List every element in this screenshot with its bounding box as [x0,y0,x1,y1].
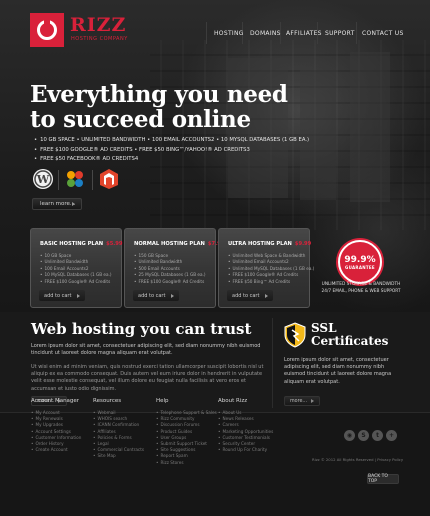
footer-link[interactable]: Site Map [93,453,144,459]
footer-links-resources: Webmail WHOIS search ICANN Confirmation … [93,410,144,460]
shield-icon [284,322,306,348]
plan-feature: FREE $100 Google® Ad Credits [134,279,206,285]
plan-title: BASIC HOSTING PLAN $5.99 [40,241,123,247]
plan-title: NORMAL HOSTING PLAN $7.99 [134,241,225,247]
nav-affiliates[interactable]: AFFILIATES [286,30,322,37]
twitter-icon[interactable]: t [372,430,383,441]
hero-features: 10 GB SPACE • UNLIMITED BANDWIDTH • 100 … [34,136,334,165]
plan-title: ULTRA HOSTING PLAN $9.99 [228,241,312,247]
footer-link[interactable]: ICANN Confirmation [93,422,144,428]
footer-link[interactable]: Marketing Opportunities [218,429,273,435]
plan-price: $9.99 [294,241,312,247]
add-to-cart-button[interactable]: add to cart [227,290,273,301]
hero-feature: FREE $50 FACEBOOK® AD CREDITS4 [34,155,334,165]
footer-col-title: Help [156,398,169,404]
nav-domains[interactable]: DOMAINS [250,30,281,37]
logo-tagline: HOSTING COMPANY [71,36,128,42]
nav-contact-us[interactable]: CONTACT US [362,30,404,37]
footer-links-about: About Us News Releases Careers Marketing… [218,410,273,453]
back-to-top-button[interactable]: BACK TO TOP [367,474,399,484]
logo-icon[interactable] [30,13,64,47]
nav-divider [206,22,207,44]
content-divider [272,318,273,408]
hero-headline-line2: to succeed online [30,106,251,133]
hero-feature: 10 GB SPACE • UNLIMITED BANDWIDTH • 100 … [34,136,334,146]
plan-price: $5.99 [106,241,123,247]
hero-server-rack [350,52,390,202]
ssl-paragraph: Lorem ipsum dolor sit amet, consectetuer… [284,357,392,385]
plan-card-ultra: ULTRA HOSTING PLAN$9.99 Unlimited Web Sp… [218,228,314,308]
nav-hosting[interactable]: HOSTING [214,30,244,37]
ssl-more-button[interactable]: more... [284,396,320,406]
trust-paragraph: Lorem ipsum dolor sit amet, consectetuer… [31,343,261,357]
footer-link[interactable]: Rizz Stores [156,460,217,466]
plan-feature: 25 MySQL Databases (1 GB ea.) [134,272,205,278]
wordpress-icon[interactable]: W [32,168,54,190]
plus-icon[interactable]: + [386,430,397,441]
guarantee-badge: 99.9% GUARANTEE [338,240,382,284]
guarantee-number: 99.9% [344,254,376,265]
ssl-title-line2: Certificates [311,334,389,348]
footer-links-account: My Account My Renewals My Upgrades Accou… [31,410,81,453]
icon-divider [58,170,59,190]
magento-icon[interactable] [98,168,120,190]
hero-headline-line1: Everything you need [30,81,288,108]
footer-col-title: About Rizz [218,398,248,404]
nav-divider [356,22,357,44]
plan-feature: FREE $50 Bing™ Ad Credits [228,279,314,285]
footer-link[interactable]: Create Account [31,447,81,453]
plan-feature: FREE $100 Google® Ad Credits [40,279,112,285]
plan-card-normal: NORMAL HOSTING PLAN$7.99 150 GB Space Un… [124,228,224,308]
plan-card-basic: BASIC HOSTING PLAN$5.99 10 GB Space Unli… [30,228,123,308]
copyright: Rizz © 2012 All Rights Reserved | Privac… [312,457,404,462]
svg-text:W: W [36,173,50,186]
plan-feature: 10 MySQL Databases (1 GB ea.) [40,272,111,278]
trust-paragraph: Ut wisi enim ad minim veniam, quis nostr… [31,364,264,392]
joomla-icon[interactable] [64,168,86,190]
guarantee-note: UNLIMITED STORAGE & BANDWIDTH 24/7 EMAIL… [321,282,401,294]
skype-icon[interactable]: S [358,430,369,441]
learn-more-button[interactable]: learn more... [32,198,82,210]
hero-server-rack [300,70,336,200]
footer-links-help: Telephone Support & Sales Rizz Community… [156,410,217,466]
trust-title: Web hosting you can trust [31,320,252,338]
rss-icon[interactable]: ◉ [344,430,355,441]
plan-features: Unlimited Web Space & Bandwidth Unlimite… [228,253,314,285]
add-to-cart-button[interactable]: add to cart [39,290,85,301]
footer-col-title: Resources [93,398,122,404]
icon-divider [92,170,93,190]
hero-feature: FREE $100 GOOGLE® AD CREDITS • FREE $50 … [34,146,334,156]
nav-support[interactable]: SUPPORT [325,30,355,37]
add-to-cart-button[interactable]: add to cart [133,290,179,301]
page: RIZZ HOSTING COMPANY HOSTING DOMAINS AFF… [0,0,430,516]
guarantee-label: GUARANTEE [345,264,375,270]
footer-link[interactable]: Round Up For Charity [218,447,273,453]
footer-col-title: Account Manager [31,398,80,404]
plan-features: 10 GB Space Unlimited Bandwidth 100 Emai… [40,253,112,285]
plan-features: 150 GB Space Unlimited Bandwidth 500 Ema… [134,253,206,285]
logo-name[interactable]: RIZZ [70,14,126,36]
